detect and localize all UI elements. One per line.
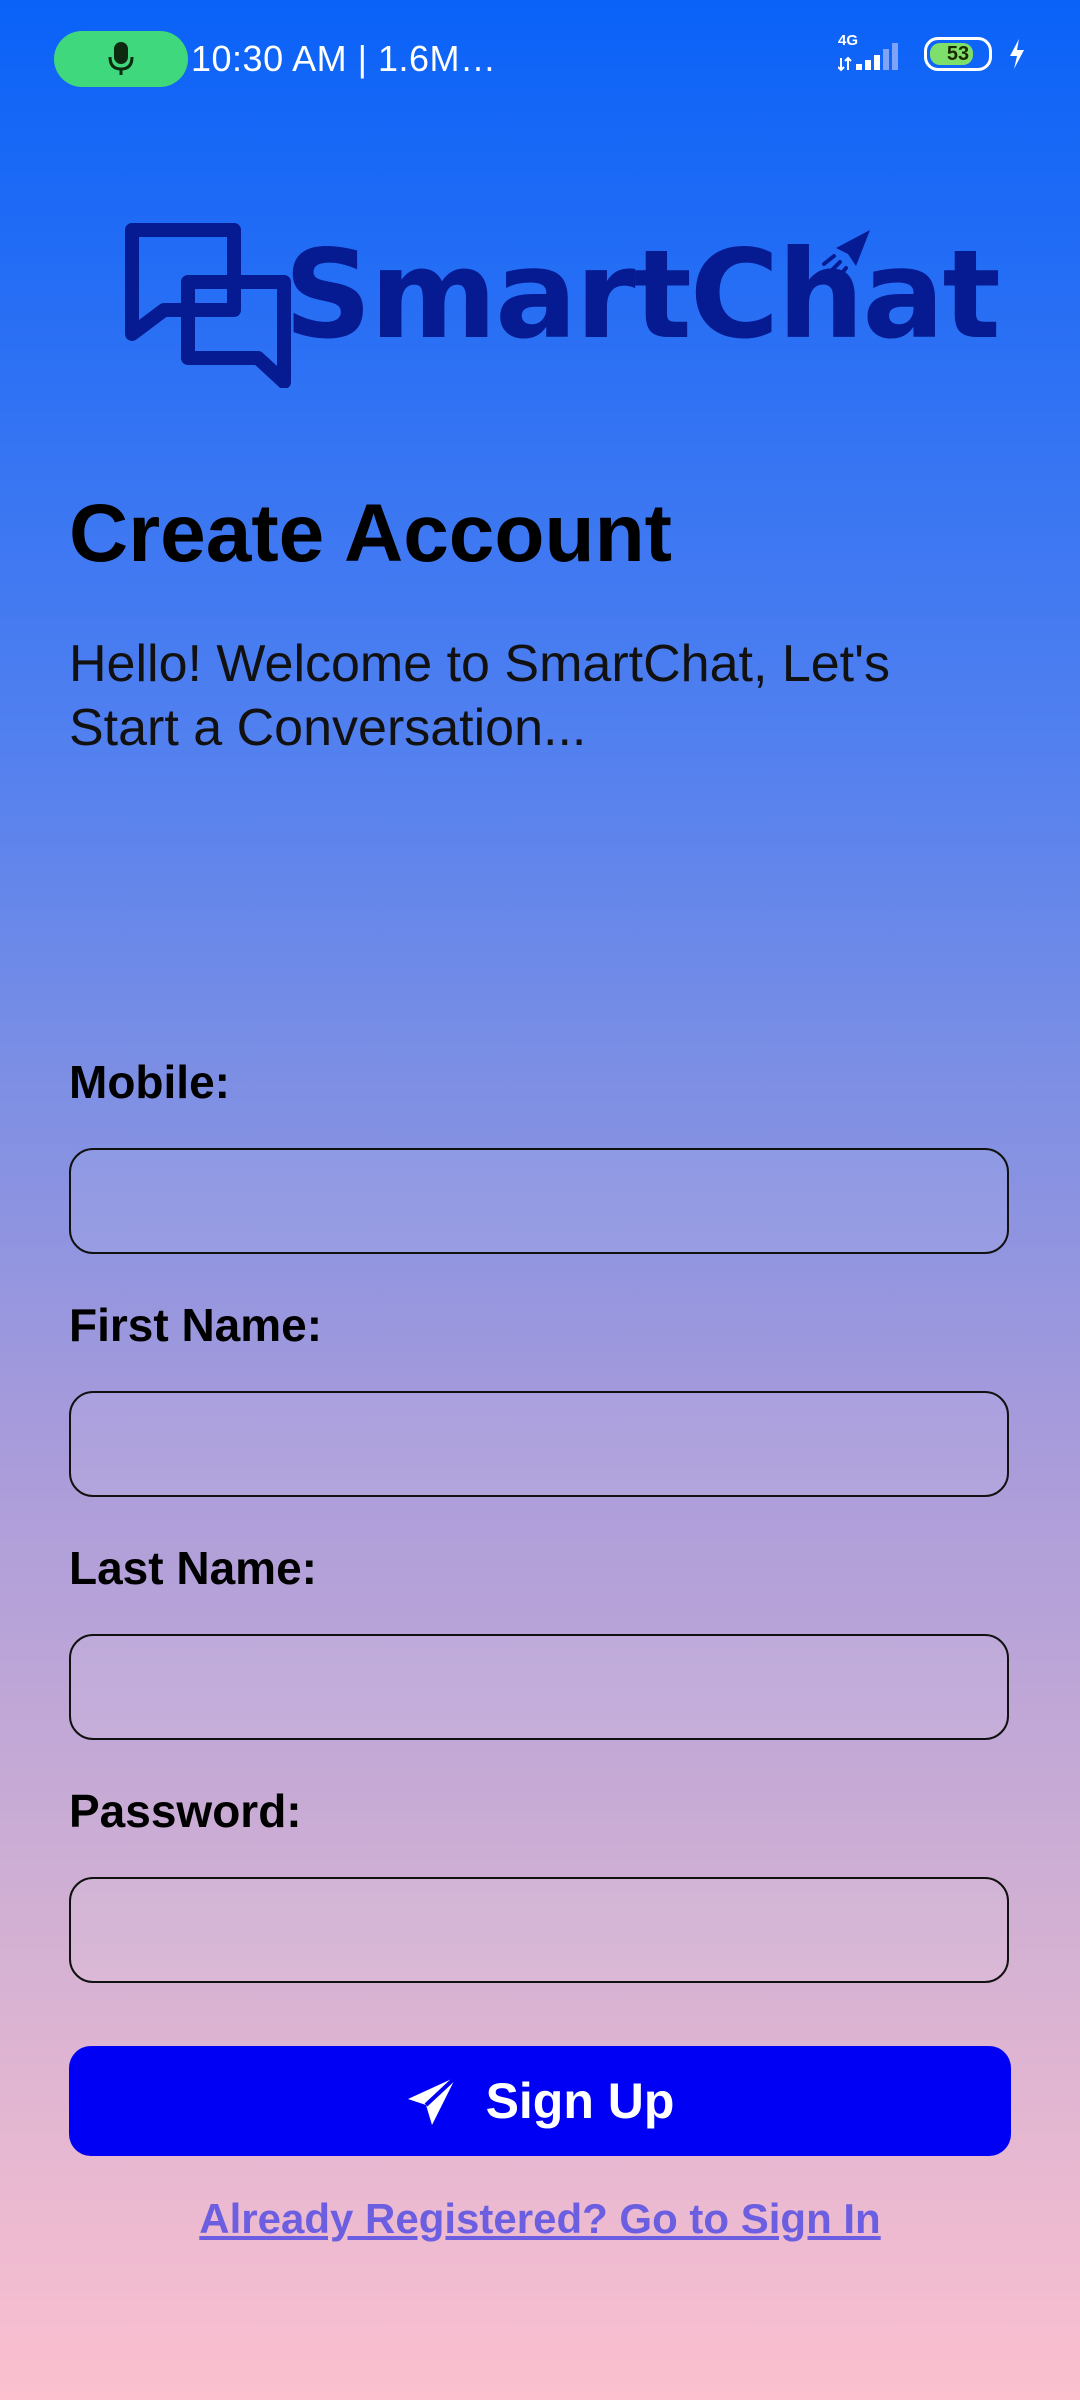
chat-bubbles-icon — [125, 223, 291, 388]
password-label: Password: — [69, 1785, 302, 1837]
first-name-label: First Name: — [69, 1299, 323, 1351]
battery-icon: 53 — [924, 37, 992, 71]
mobile-input[interactable] — [69, 1148, 1009, 1254]
last-name-input[interactable] — [69, 1634, 1009, 1740]
microphone-icon — [108, 42, 134, 75]
send-icon — [407, 2075, 457, 2125]
status-time-data: 10:30 AM | 1.6M… — [191, 38, 497, 79]
status-bar: 10:30 AM | 1.6M… 4G 53 — [0, 0, 1080, 120]
sign-up-label: Sign Up — [485, 2073, 675, 2129]
rocket-icon — [822, 230, 870, 280]
sign-up-button[interactable]: Sign Up — [69, 2046, 1011, 2156]
charging-icon — [1010, 39, 1024, 69]
go-to-sign-in-link[interactable]: Already Registered? Go to Sign In — [0, 2195, 1080, 2243]
mobile-label: Mobile: — [69, 1056, 230, 1108]
password-input[interactable] — [69, 1877, 1009, 1983]
logo-text: SmartChat — [284, 224, 1001, 366]
signal-icon: 4G — [838, 32, 908, 72]
last-name-label: Last Name: — [69, 1542, 317, 1594]
mic-indicator[interactable] — [54, 31, 188, 87]
page-title: Create Account — [69, 488, 672, 579]
smartchat-logo: SmartChat — [124, 222, 1001, 388]
battery-level: 53 — [946, 42, 970, 65]
first-name-input[interactable] — [69, 1391, 1009, 1497]
status-icons: 4G 53 — [838, 32, 1026, 72]
welcome-subtitle: Hello! Welcome to SmartChat, Let's Start… — [69, 635, 891, 757]
